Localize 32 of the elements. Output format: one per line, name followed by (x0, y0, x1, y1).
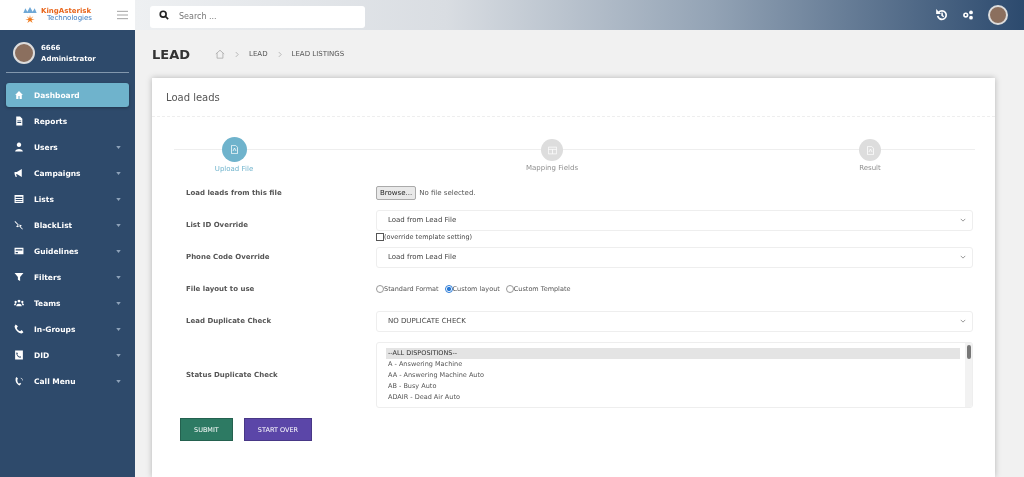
card-title: Load leads (166, 91, 220, 103)
card-icon (14, 246, 24, 256)
blocked-icon (14, 220, 24, 230)
avatar[interactable] (988, 5, 1008, 25)
megaphone-icon (14, 168, 24, 178)
document-icon (14, 116, 24, 126)
phone-icon (14, 350, 24, 360)
chevron-down-icon (960, 319, 966, 323)
radio-button[interactable] (376, 285, 384, 293)
search-field[interactable]: Search ... (150, 5, 365, 28)
checkbox[interactable] (376, 232, 384, 241)
page-title: LEAD (152, 46, 191, 62)
document-icon (865, 145, 875, 155)
radio-button[interactable] (505, 285, 514, 293)
chevron-down-icon (960, 218, 966, 222)
radio-button[interactable] (444, 285, 453, 293)
phone-icon (14, 376, 24, 386)
document-icon (229, 145, 239, 154)
settings-icon[interactable] (962, 9, 974, 21)
chevron-down-icon (960, 255, 966, 259)
history-icon[interactable] (936, 9, 948, 21)
avatar (13, 42, 35, 64)
group-icon (14, 298, 24, 308)
search-icon (159, 10, 169, 20)
table-icon (547, 145, 557, 155)
chevron-icon (235, 50, 240, 58)
filter-icon (14, 272, 24, 282)
home-icon (14, 90, 24, 100)
chevron-icon (277, 50, 282, 58)
list-icon (14, 194, 24, 204)
phone-icon (14, 324, 24, 334)
user-icon (14, 142, 24, 152)
